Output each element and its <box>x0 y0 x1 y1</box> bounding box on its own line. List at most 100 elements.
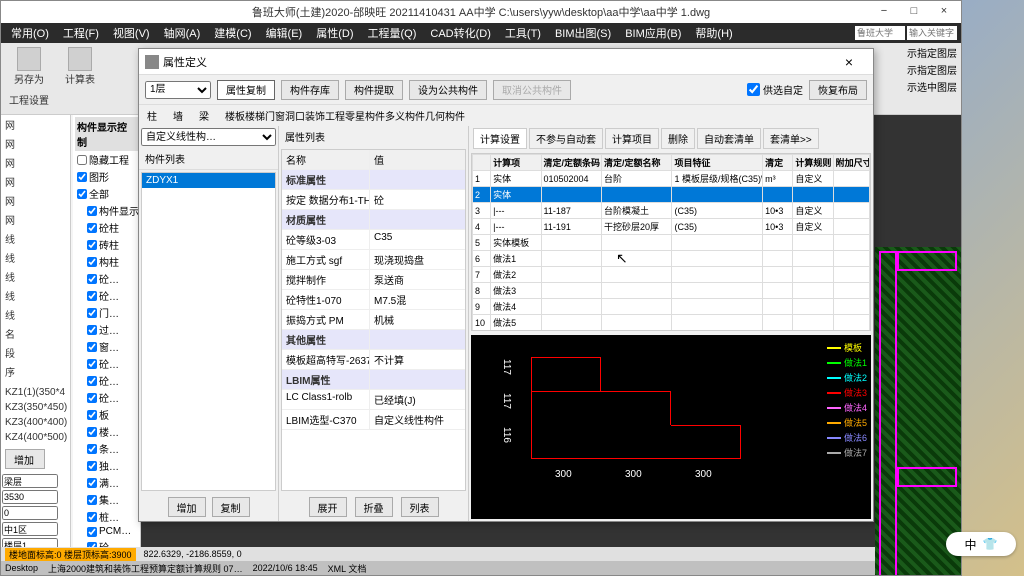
taskbar-desktop[interactable]: Desktop <box>5 563 38 573</box>
property-table[interactable]: 名称值 标准属性按定 数据分布1-TH砼材质属性砼等级3-03C35施工方式 s… <box>281 149 466 491</box>
add-button[interactable]: 增加 <box>5 449 45 469</box>
tree-check[interactable] <box>87 461 97 471</box>
kz-item[interactable]: KZ4(400*500) <box>1 430 70 445</box>
property-row[interactable]: 按定 数据分布1-TH砼 <box>282 190 465 210</box>
tree-check[interactable] <box>87 427 97 437</box>
floor-combo[interactable]: 1层 <box>145 81 211 99</box>
property-row[interactable]: 标准属性 <box>282 170 465 190</box>
btn-恢复布局[interactable]: 恢复布局 <box>809 80 867 100</box>
property-row[interactable]: 振捣方式 PM机械 <box>282 310 465 330</box>
ribbon-工程设置[interactable]: 工程设置 <box>5 90 53 109</box>
minimize-button[interactable]: − <box>869 1 899 21</box>
tree-check[interactable] <box>87 257 97 267</box>
tree-check[interactable] <box>87 495 97 505</box>
tab-rest[interactable]: 楼板楼梯门窗洞口装饰工程零星构件多义构件几何构件 <box>225 108 465 123</box>
tree-check[interactable] <box>87 206 97 216</box>
tree-check[interactable] <box>77 189 87 199</box>
menu-工具[interactable]: 工具(T) <box>499 23 547 43</box>
left-panel-item[interactable]: 线 <box>1 248 70 267</box>
tab-自动套清单[interactable]: 自动套清单 <box>697 128 761 149</box>
property-row[interactable]: 其他属性 <box>282 330 465 350</box>
property-row[interactable]: 砼等级3-03C35 <box>282 230 465 250</box>
taskbar-doc[interactable]: 上海2000建筑和装饰工程预算定额计算规则 07… <box>48 562 243 575</box>
left-panel-item[interactable]: 网 <box>1 115 70 134</box>
btn-构件存库[interactable]: 构件存库 <box>281 80 339 100</box>
tree-check[interactable] <box>87 393 97 403</box>
menu-工程[interactable]: 工程(F) <box>57 23 105 43</box>
kz-item[interactable]: KZ3(400*400) <box>1 415 70 430</box>
tree-check[interactable] <box>87 274 97 284</box>
btn-折叠[interactable]: 折叠 <box>355 497 393 517</box>
tree-check[interactable] <box>87 240 97 250</box>
dialog-titlebar[interactable]: 属性定义 × <box>139 49 873 75</box>
taskbar-clear[interactable]: 清华币 0 <box>922 562 957 575</box>
menu-属性[interactable]: 属性(D) <box>310 23 359 43</box>
property-row[interactable]: 搅拌制作泵送商 <box>282 270 465 290</box>
left-panel-item[interactable]: 线 <box>1 229 70 248</box>
left-panel-item[interactable]: 线 <box>1 286 70 305</box>
floor-input[interactable] <box>2 506 58 520</box>
left-panel-item[interactable]: 名 <box>1 324 70 343</box>
floor-input[interactable] <box>2 474 58 488</box>
btn-增加[interactable]: 增加 <box>168 497 206 517</box>
left-panel-item[interactable]: 网 <box>1 191 70 210</box>
calc-row[interactable]: 8做法3 <box>473 283 870 299</box>
calc-row[interactable]: 10做法5 <box>473 315 870 331</box>
ribbon-计算表[interactable]: 计算表 <box>61 45 99 88</box>
tree-check[interactable] <box>87 308 97 318</box>
tree-check[interactable] <box>87 359 97 369</box>
calc-row[interactable]: 11做法6 <box>473 331 870 332</box>
ribbon-right-label-3[interactable]: 示选中图层 <box>907 79 957 94</box>
tree-check[interactable] <box>87 512 97 522</box>
tree-check[interactable] <box>87 478 97 488</box>
provide-self-check[interactable] <box>747 83 760 96</box>
calc-table[interactable]: 计算项 清定/定额条码 清定/定额名称 项目特征 清定 计算规则 附加尺寸 1实… <box>471 153 871 331</box>
tree-check[interactable] <box>87 527 97 537</box>
floor-input[interactable] <box>2 522 58 536</box>
maximize-button[interactable]: □ <box>899 1 929 21</box>
component-type-combo[interactable]: 自定义线性构… <box>141 128 276 146</box>
kz-item[interactable]: KZ3(350*450) <box>1 400 70 415</box>
tree-check[interactable] <box>87 223 97 233</box>
floor-input[interactable] <box>2 490 58 504</box>
left-panel-item[interactable]: 网 <box>1 153 70 172</box>
btn-展开[interactable]: 展开 <box>309 497 347 517</box>
menu-帮助[interactable]: 帮助(H) <box>689 23 738 43</box>
calc-row[interactable]: 2实体 <box>473 187 870 203</box>
calc-row[interactable]: 4|---11-191干挖砂层20厚(C35)10•3自定义 <box>473 219 870 235</box>
calc-row[interactable]: 1实体010502004台阶1 模板层级/规格(C35)\n2 混凝土层m³自定… <box>473 171 870 187</box>
kz-item[interactable]: KZ1(1)(350*4 <box>1 385 70 400</box>
btn-复制[interactable]: 复制 <box>212 497 250 517</box>
tab-删除[interactable]: 删除 <box>661 128 695 149</box>
property-row[interactable]: 材质属性 <box>282 210 465 230</box>
property-row[interactable]: LC Class1-rolb已经填(J) <box>282 390 465 410</box>
preview-canvas[interactable]: 117 117 116 300 300 300 模板做法1做法2做法3做法4做法… <box>471 335 871 519</box>
tree-check[interactable] <box>87 410 97 420</box>
btn-列表[interactable]: 列表 <box>401 497 439 517</box>
left-panel-item[interactable]: 网 <box>1 172 70 191</box>
tree-check[interactable] <box>87 444 97 454</box>
calc-row[interactable]: 5实体模板 <box>473 235 870 251</box>
tab-计算设置[interactable]: 计算设置 <box>473 128 527 149</box>
btn-构件提取[interactable]: 构件提取 <box>345 80 403 100</box>
tree-check[interactable] <box>87 291 97 301</box>
calc-row[interactable]: 3|---11-187台阶模凝土(C35)10•3自定义 <box>473 203 870 219</box>
btn-属性复制[interactable]: 属性复制 <box>217 80 275 100</box>
tab-梁[interactable]: 梁 <box>199 108 209 123</box>
calc-row[interactable]: 9做法4 <box>473 299 870 315</box>
menu-编辑[interactable]: 编辑(E) <box>260 23 309 43</box>
tree-check[interactable] <box>87 342 97 352</box>
btn-设为公共构件[interactable]: 设为公共构件 <box>409 80 487 100</box>
menu-常用[interactable]: 常用(O) <box>5 23 55 43</box>
tab-套清单[interactable]: 套清单>> <box>763 128 819 149</box>
calc-row[interactable]: 6做法1 <box>473 251 870 267</box>
left-panel-item[interactable]: 网 <box>1 134 70 153</box>
left-panel-item[interactable]: 序 <box>1 362 70 381</box>
close-button[interactable]: × <box>929 1 959 21</box>
left-panel-item[interactable]: 线 <box>1 267 70 286</box>
ribbon-另存为[interactable]: 另存为 <box>10 45 48 88</box>
tab-柱[interactable]: 柱 <box>147 108 157 123</box>
component-item-selected[interactable]: ZDYX1 <box>142 173 275 188</box>
ribbon-right-label-1[interactable]: 示指定图层 <box>907 45 957 60</box>
tree-check[interactable] <box>87 376 97 386</box>
